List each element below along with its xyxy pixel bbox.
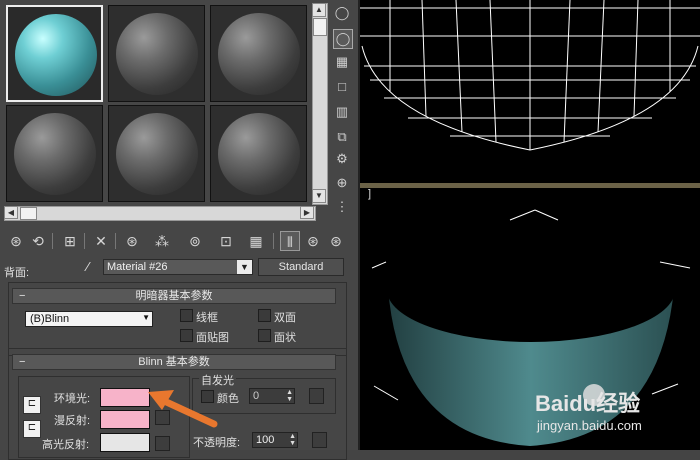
self-illum-map-button[interactable] bbox=[309, 388, 324, 404]
material-name-value: Material #26 bbox=[107, 261, 168, 273]
material-name-dropdown-arrow-icon[interactable]: ▼ bbox=[237, 260, 252, 274]
slots-horizontal-scrollbar[interactable] bbox=[4, 206, 316, 221]
material-sphere-preview bbox=[218, 13, 300, 95]
get-material-icon[interactable]: ⊛ bbox=[6, 231, 26, 251]
scroll-left-arrow-icon[interactable]: ◀ bbox=[4, 206, 18, 219]
material-slot-4[interactable] bbox=[6, 105, 103, 202]
face-map-label: 面贴图 bbox=[196, 332, 229, 344]
baidu-watermark: Baidu经验 jingyan.baidu.com bbox=[535, 382, 695, 442]
scroll-down-arrow-icon[interactable]: ▼ bbox=[312, 189, 326, 203]
make-preview-icon[interactable]: ⧉ bbox=[333, 128, 351, 146]
copy-material-icon[interactable]: ⊛ bbox=[122, 231, 142, 251]
material-sphere-preview bbox=[15, 14, 97, 96]
wire-label: 线框 bbox=[196, 312, 218, 324]
toolbar-divider bbox=[52, 233, 53, 249]
material-name-field[interactable]: Material #26 ▼ bbox=[103, 259, 253, 275]
material-sphere-preview bbox=[14, 113, 96, 195]
toolbar-divider bbox=[273, 233, 274, 249]
opacity-label: 不透明度: bbox=[193, 437, 241, 449]
blinn-basic-params-rollout-header[interactable]: − Blinn 基本参数 bbox=[12, 354, 336, 370]
viewport-label-bracket: ] bbox=[368, 188, 372, 200]
self-illum-spinner[interactable]: 0 ▲ ▼ bbox=[249, 388, 295, 404]
horizontal-scroll-thumb[interactable] bbox=[20, 207, 37, 220]
reset-map-close-icon[interactable]: ✕ bbox=[91, 231, 111, 251]
eyedropper-icon[interactable]: ⁄ bbox=[80, 259, 96, 275]
background-checker-icon[interactable]: ▦ bbox=[333, 53, 351, 71]
lock-ambient-diffuse-icon[interactable]: ⊏ bbox=[23, 396, 41, 414]
put-to-library-icon[interactable]: ⊚ bbox=[185, 231, 205, 251]
vertical-scroll-thumb[interactable] bbox=[313, 18, 327, 36]
annotation-arrow-icon bbox=[148, 390, 218, 428]
rollout-title: Blinn 基本参数 bbox=[138, 356, 210, 368]
show-end-result-icon[interactable]: ⫴ bbox=[280, 231, 300, 251]
sample-type-sphere-icon[interactable]: ◯ bbox=[333, 4, 351, 22]
material-sphere-preview bbox=[116, 113, 198, 195]
lock-diffuse-specular-icon[interactable]: ⊏ bbox=[23, 420, 41, 438]
material-slot-3[interactable] bbox=[210, 5, 307, 102]
faceted-label: 面状 bbox=[274, 332, 296, 344]
options-gear-icon[interactable]: ⚙ bbox=[333, 150, 351, 168]
toolbar-divider bbox=[84, 233, 85, 249]
self-illum-value: 0 bbox=[253, 390, 260, 402]
chevron-down-icon: ▼ bbox=[142, 313, 150, 322]
specular-color-swatch[interactable] bbox=[100, 433, 150, 452]
opacity-spinner[interactable]: 100 ▲ ▼ bbox=[252, 432, 298, 448]
opacity-map-button[interactable] bbox=[312, 432, 327, 448]
make-unique-icon[interactable]: ⁂ bbox=[152, 231, 172, 251]
material-slot-1[interactable] bbox=[6, 5, 103, 102]
wire-checkbox[interactable] bbox=[180, 309, 193, 322]
ambient-label: 环境光: bbox=[54, 393, 91, 405]
specular-map-button[interactable] bbox=[155, 436, 170, 451]
assign-material-icon[interactable]: ⊞ bbox=[60, 231, 80, 251]
two-sided-label: 双面 bbox=[274, 312, 296, 324]
material-id-channel-icon[interactable]: ⊡ bbox=[216, 231, 236, 251]
opacity-value: 100 bbox=[256, 434, 275, 446]
scroll-right-arrow-icon[interactable]: ▶ bbox=[300, 206, 314, 219]
go-forward-sibling-icon[interactable]: ⊛ bbox=[326, 231, 346, 251]
shader-type-dropdown[interactable]: (B)Blinn ▼ bbox=[25, 311, 153, 327]
two-sided-checkbox[interactable] bbox=[258, 309, 271, 322]
material-sphere-preview bbox=[116, 13, 198, 95]
go-to-parent-icon[interactable]: ⊛ bbox=[303, 231, 323, 251]
spinner-arrows-icon[interactable]: ▲ ▼ bbox=[286, 389, 293, 403]
faceted-checkbox[interactable] bbox=[258, 329, 271, 342]
material-slot-2[interactable] bbox=[108, 5, 205, 102]
show-map-in-viewport-icon[interactable]: ▦ bbox=[246, 231, 266, 251]
material-map-navigator-icon[interactable]: ⋮ bbox=[333, 198, 351, 216]
shader-basic-params-rollout-header[interactable]: − 明暗器基本参数 bbox=[12, 288, 336, 304]
material-sphere-preview bbox=[218, 113, 300, 195]
put-material-icon[interactable]: ⟲ bbox=[28, 231, 48, 251]
video-color-check-icon[interactable]: ▥ bbox=[333, 103, 351, 121]
viewport-top[interactable] bbox=[360, 0, 700, 183]
material-slot-6[interactable] bbox=[210, 105, 307, 202]
face-label: 背面: bbox=[4, 267, 30, 279]
scroll-up-arrow-icon[interactable]: ▲ bbox=[312, 3, 326, 17]
face-map-checkbox[interactable] bbox=[180, 329, 193, 342]
watermark-brand: Baidu经验 bbox=[535, 391, 641, 416]
diffuse-label: 漫反射: bbox=[54, 415, 91, 427]
shader-type-value: (B)Blinn bbox=[30, 313, 70, 325]
material-type-button[interactable]: Standard bbox=[258, 258, 344, 276]
material-slot-5[interactable] bbox=[108, 105, 205, 202]
sample-uv-tiling-icon[interactable]: □ bbox=[333, 78, 351, 96]
watermark-url: jingyan.baidu.com bbox=[537, 418, 642, 433]
backlight-icon[interactable]: ◯ bbox=[333, 29, 353, 49]
toolbar-divider bbox=[115, 233, 116, 249]
spinner-arrows-icon[interactable]: ▲ ▼ bbox=[289, 433, 296, 447]
select-by-material-icon[interactable]: ⊕ bbox=[333, 174, 351, 192]
material-editor-panel: ▲ ▼ ◀ ▶ ◯ ◯ ▦ □ ▥ ⧉ ⚙ ⊕ ⋮ ⊛ ⟲ ⊞ ✕ ⊛ ⁂ ⊚ … bbox=[0, 0, 358, 460]
rollout-title: 明暗器基本参数 bbox=[135, 290, 213, 302]
self-illum-color-label: 颜色 bbox=[217, 393, 239, 405]
bowl-wireframe bbox=[360, 0, 700, 151]
